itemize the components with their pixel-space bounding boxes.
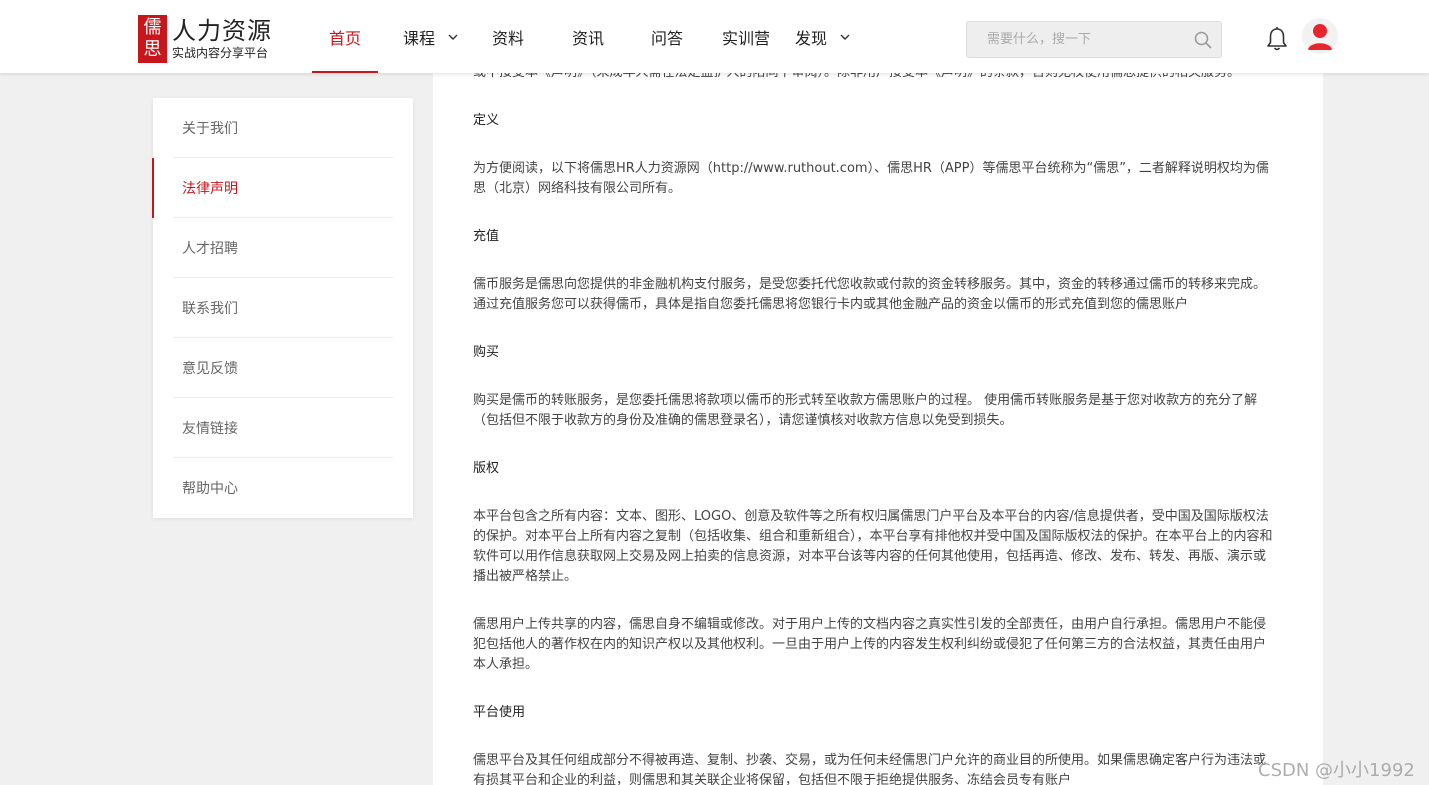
main-nav: 首页 课程 资料 资讯 问答 实训营 发现: [312, 0, 858, 73]
copyright-paragraph-1: 本平台包含之所有内容：文本、图形、LOGO、创意及软件等之所有权归属儒思门户平台…: [473, 509, 1273, 584]
logo-mark: 儒 思: [138, 15, 167, 63]
search-icon[interactable]: [1193, 30, 1213, 50]
nav-home[interactable]: 首页: [312, 0, 378, 73]
recharge-paragraph: 儒币服务是儒思向您提供的非金融机构支付服务，是受您委托代您收款或付款的资金转移服…: [473, 277, 1267, 312]
nav-training-camp[interactable]: 实训营: [713, 0, 779, 73]
user-icon: [1308, 24, 1332, 50]
logo-subtitle: 实战内容分享平台: [172, 46, 269, 60]
copyright-paragraph-2: 儒思用户上传共享的内容，儒思自身不编辑或修改。对于用户上传的文档内容之真实性引发…: [473, 617, 1267, 672]
watermark: CSDN @小小1992: [1258, 760, 1415, 781]
site-logo[interactable]: 儒 思 人力资源 实战内容分享平台: [138, 15, 272, 63]
user-avatar[interactable]: [1302, 18, 1338, 54]
section-heading-purchase: 购买: [473, 345, 500, 360]
section-heading-usage: 平台使用: [473, 705, 526, 720]
sidebar-item-contact-us[interactable]: 联系我们: [153, 278, 413, 338]
section-heading-recharge: 充值: [473, 229, 500, 244]
definition-paragraph: 为方便阅读，以下将儒思HR人力资源网（http://www.ruthout.co…: [473, 161, 1269, 196]
bell-icon[interactable]: [1265, 26, 1289, 52]
usage-paragraph: 儒思平台及其任何组成部分不得被再造、复制、抄袭、交易，或为任何未经儒思门户允许的…: [473, 753, 1267, 785]
nav-discover[interactable]: 发现: [788, 0, 858, 73]
chevron-down-icon: [448, 34, 458, 40]
sidebar-item-about-us[interactable]: 关于我们: [153, 98, 413, 158]
sidebar-menu: 关于我们 法律声明 人才招聘 联系我们 意见反馈 友情链接 帮助中心: [152, 98, 413, 518]
chevron-down-icon: [840, 34, 850, 40]
legal-content: 或不接受本《声明》（未成年人需在法定监护人的陪同下审阅）。除非用户接受本《声明》…: [433, 73, 1323, 785]
nav-qa[interactable]: 问答: [637, 0, 697, 73]
intro-paragraph: 或不接受本《声明》（未成年人需在法定监护人的陪同下审阅）。除非用户接受本《声明》…: [473, 73, 1278, 83]
purchase-paragraph: 购买是儒币的转账服务，是您委托儒思将款项以儒币的形式转至收款方儒思账户的过程。 …: [473, 393, 1258, 428]
search-box: [966, 21, 1222, 58]
section-heading-definition: 定义: [473, 113, 500, 128]
search-input[interactable]: [967, 22, 1177, 57]
sidebar-item-legal-notice[interactable]: 法律声明: [152, 158, 413, 218]
nav-materials[interactable]: 资料: [478, 0, 538, 73]
logo-title: 人力资源: [172, 17, 272, 45]
top-header: 儒 思 人力资源 实战内容分享平台 首页 课程 资料 资讯 问答 实训营 发现: [0, 0, 1429, 73]
sidebar-item-careers[interactable]: 人才招聘: [153, 218, 413, 278]
nav-news[interactable]: 资讯: [558, 0, 618, 73]
section-heading-copyright: 版权: [473, 461, 500, 476]
nav-courses[interactable]: 课程: [396, 0, 466, 73]
sidebar-item-help-center[interactable]: 帮助中心: [153, 458, 413, 518]
sidebar-item-friend-links[interactable]: 友情链接: [153, 398, 413, 458]
sidebar-item-feedback[interactable]: 意见反馈: [153, 338, 413, 398]
